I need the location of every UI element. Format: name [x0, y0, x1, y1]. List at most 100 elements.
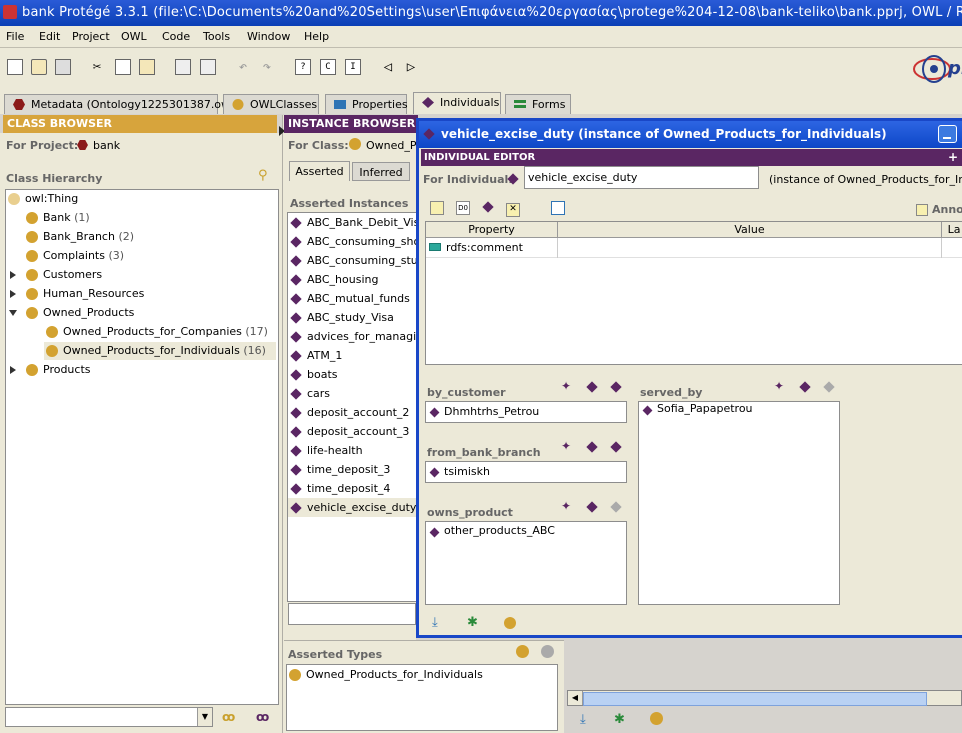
tree-node-products[interactable]: Products [8, 361, 208, 379]
search-class-icon[interactable]: ꝏ [222, 710, 235, 724]
list-item[interactable]: ABC_housing [290, 270, 378, 289]
list-item[interactable]: Sofia_Papapetrou [657, 402, 753, 415]
add-value-icon[interactable] [586, 501, 599, 514]
window-title-bar[interactable]: bank Protégé 3.3.1 (file:\C:\Documents%2… [0, 0, 962, 26]
add-type-icon[interactable] [516, 645, 529, 658]
export-icon[interactable] [200, 59, 216, 75]
column-header-value[interactable]: Value [558, 222, 942, 238]
tree-node-bank-branch[interactable]: Bank_Branch (2) [26, 228, 134, 246]
list-item[interactable]: tsimiskh [444, 465, 490, 478]
list-item[interactable]: other_products_ABC [444, 524, 555, 537]
forward-arrow-icon[interactable]: ▷ [403, 59, 419, 75]
expand-arrow-icon[interactable] [10, 271, 16, 279]
list-item[interactable]: ABC_mutual_funds [290, 289, 410, 308]
search-instance-icon[interactable]: ꝏ [256, 710, 269, 724]
create-value-icon[interactable]: ✦ [561, 380, 573, 392]
delete-annotation-icon[interactable]: ✕ [506, 203, 520, 217]
view-options-icon[interactable] [551, 201, 565, 215]
menu-window[interactable]: Window [247, 30, 290, 43]
asserted-instances-list[interactable]: ABC_Bank_Debit_Visa ABC_consuming_shoppi… [287, 212, 417, 602]
tab-properties[interactable]: Properties [325, 94, 408, 114]
column-header-lang[interactable]: La [942, 222, 962, 238]
scrollbar-thumb[interactable] [583, 692, 927, 706]
find-class-icon[interactable]: ⚲ [258, 168, 272, 183]
list-item[interactable]: ABC_consuming_shopping [290, 232, 416, 251]
create-value-icon[interactable]: ✦ [561, 500, 573, 512]
tree-node-customers[interactable]: Customers [8, 266, 208, 284]
add-plus-icon[interactable]: + [948, 149, 958, 166]
list-item[interactable]: deposit_account_2 [290, 403, 409, 422]
back-arrow-icon[interactable]: ◁ [380, 59, 396, 75]
served-by-list[interactable]: Sofia_Papapetrou [638, 401, 840, 605]
class-hierarchy-tree[interactable]: owl:Thing Bank (1) Bank_Branch (2) Compl… [5, 189, 279, 705]
tab-individuals[interactable]: Individuals [413, 92, 501, 114]
menu-help[interactable]: Help [304, 30, 329, 43]
tree-node-owned-products-for-individuals[interactable]: Owned_Products_for_Individuals (16) [44, 342, 276, 360]
list-item[interactable]: ABC_consuming_studies [290, 251, 416, 270]
by-customer-list[interactable]: Dhmhtrhs_Petrou [425, 401, 627, 423]
tree-node-bank[interactable]: Bank (1) [26, 209, 90, 227]
menu-edit[interactable]: Edit [39, 30, 60, 43]
list-item[interactable]: Owned_Products_for_Individuals [289, 667, 483, 683]
add-individual-icon[interactable] [482, 201, 496, 215]
menu-file[interactable]: File [6, 30, 24, 43]
create-instance-icon[interactable]: I [345, 59, 361, 75]
individual-name-field[interactable]: vehicle_excise_duty [524, 166, 759, 189]
paste-icon[interactable] [139, 59, 155, 75]
add-value-icon[interactable] [586, 441, 599, 454]
remove-value-icon-disabled[interactable] [610, 501, 623, 514]
collapse-arrow-icon[interactable] [9, 310, 17, 316]
tree-node-human-resources[interactable]: Human_Resources [8, 285, 208, 303]
expand-arrow-icon[interactable] [10, 366, 16, 374]
scroll-left-arrow-icon[interactable]: ◀ [568, 691, 583, 705]
new-annotation-icon[interactable] [430, 201, 444, 215]
redo-icon[interactable]: ↷ [259, 59, 275, 75]
tree-node-owned-products-for-companies[interactable]: Owned_Products_for_Companies (17) [46, 323, 268, 341]
add-value-icon[interactable] [586, 381, 599, 394]
remove-value-icon-disabled[interactable] [823, 381, 836, 394]
from-bank-branch-list[interactable]: tsimiskh [425, 461, 627, 483]
list-item[interactable]: deposit_account_3 [290, 422, 409, 441]
import-down-icon[interactable]: ⤓ [432, 615, 438, 630]
editor-title-bar[interactable]: vehicle_excise_duty (instance of Owned_P… [419, 121, 962, 148]
list-item[interactable]: boats [290, 365, 338, 384]
instance-search-input[interactable] [288, 603, 416, 625]
tab-asserted[interactable]: Asserted [289, 161, 350, 181]
copy-icon[interactable] [115, 59, 131, 75]
chevron-down-icon[interactable]: ▼ [197, 708, 212, 726]
list-item[interactable]: ABC_study_Visa [290, 308, 394, 327]
create-value-icon[interactable]: ✦ [561, 440, 573, 452]
create-class-icon[interactable]: C [320, 59, 336, 75]
list-item[interactable]: time_deposit_3 [290, 460, 390, 479]
bug-icon[interactable]: ✱ [467, 615, 478, 630]
add-value-icon[interactable] [799, 381, 812, 394]
menu-project[interactable]: Project [72, 30, 110, 43]
list-item[interactable]: time_deposit_4 [290, 479, 390, 498]
list-item[interactable]: ABC_Bank_Debit_Visa [290, 213, 416, 232]
tree-node-owned-products[interactable]: Owned_Products [8, 304, 208, 322]
tab-owlclasses[interactable]: OWLClasses [223, 94, 319, 114]
bug-icon[interactable]: ✱ [614, 712, 628, 727]
save-icon[interactable] [55, 59, 71, 75]
expand-arrow-icon[interactable] [10, 290, 16, 298]
query-icon[interactable]: ? [295, 59, 311, 75]
class-search-combo[interactable]: ▼ [5, 707, 213, 727]
new-file-icon[interactable] [7, 59, 23, 75]
undo-icon[interactable]: ↶ [235, 59, 251, 75]
menu-tools[interactable]: Tools [203, 30, 230, 43]
list-item[interactable]: advices_for_managing [290, 327, 416, 346]
tab-inferred[interactable]: Inferred [352, 162, 410, 181]
asserted-types-list[interactable]: Owned_Products_for_Individuals [286, 664, 558, 731]
list-item[interactable]: life-health [290, 441, 363, 460]
remove-type-icon[interactable] [541, 645, 554, 658]
menu-code[interactable]: Code [162, 30, 190, 43]
list-item[interactable]: ATM_1 [290, 346, 342, 365]
tab-metadata[interactable]: Metadata (Ontology1225301387.owl) [4, 94, 237, 114]
tree-node-owl-thing[interactable]: owl:Thing [8, 190, 78, 208]
column-header-property[interactable]: Property [426, 222, 558, 238]
annotations-toggle[interactable]: Anno [916, 203, 962, 216]
cut-icon[interactable]: ✂ [89, 59, 105, 75]
create-value-icon[interactable]: ✦ [774, 380, 786, 392]
list-item[interactable]: cars [290, 384, 330, 403]
import-icon[interactable] [175, 59, 191, 75]
